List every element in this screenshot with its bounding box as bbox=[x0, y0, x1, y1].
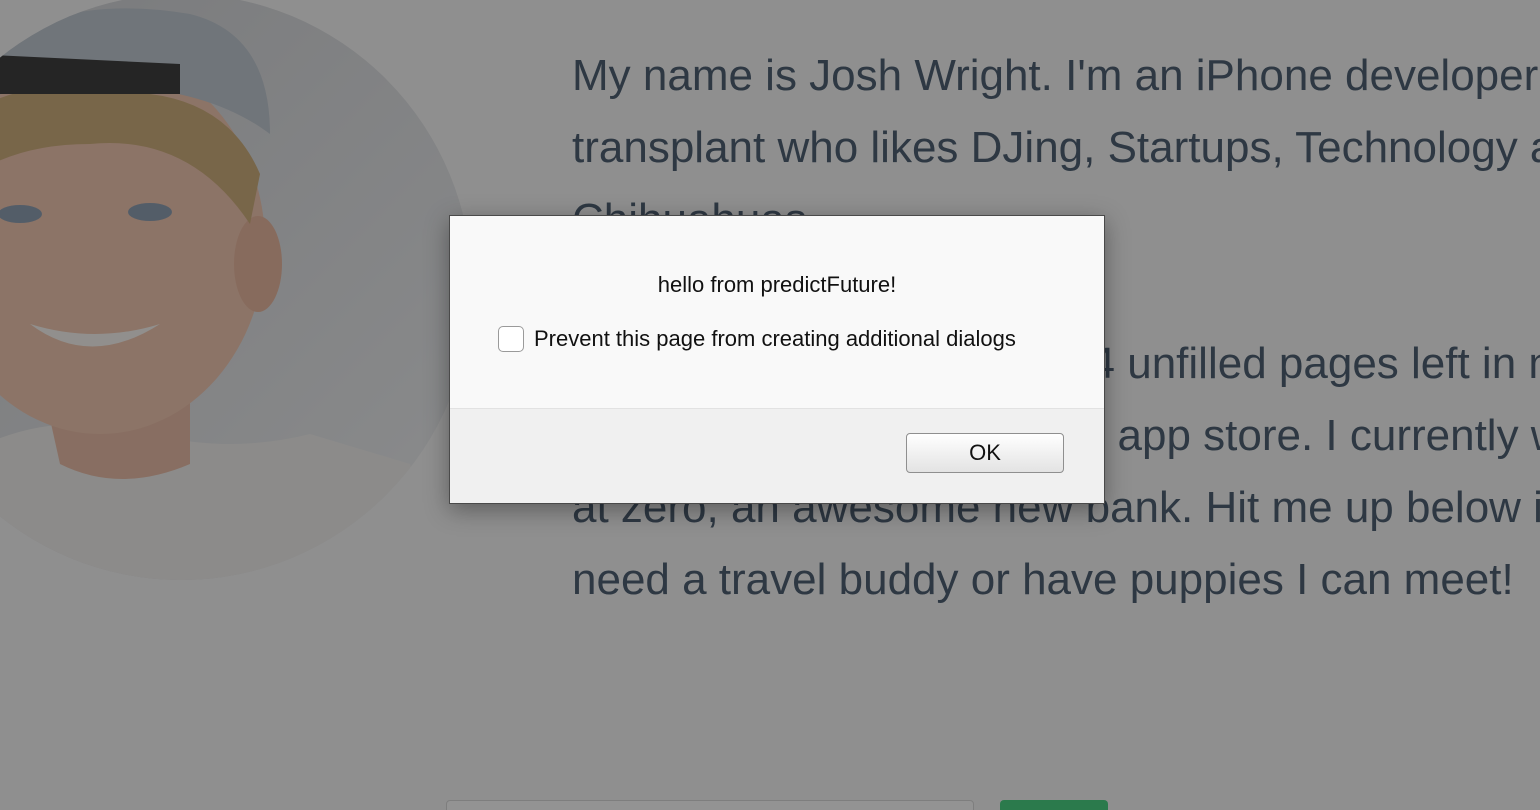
dialog-footer: OK bbox=[450, 409, 1104, 503]
prevent-dialogs-checkbox[interactable] bbox=[498, 326, 524, 352]
dialog-message: hello from predictFuture! bbox=[657, 272, 897, 297]
prevent-dialogs-row[interactable]: Prevent this page from creating addition… bbox=[498, 326, 1016, 352]
alert-dialog: hello from predictFuture! Prevent this p… bbox=[449, 215, 1105, 504]
ok-button[interactable]: OK bbox=[906, 433, 1064, 473]
prevent-dialogs-label[interactable]: Prevent this page from creating addition… bbox=[534, 326, 1016, 352]
dialog-body: hello from predictFuture! Prevent this p… bbox=[450, 216, 1104, 409]
